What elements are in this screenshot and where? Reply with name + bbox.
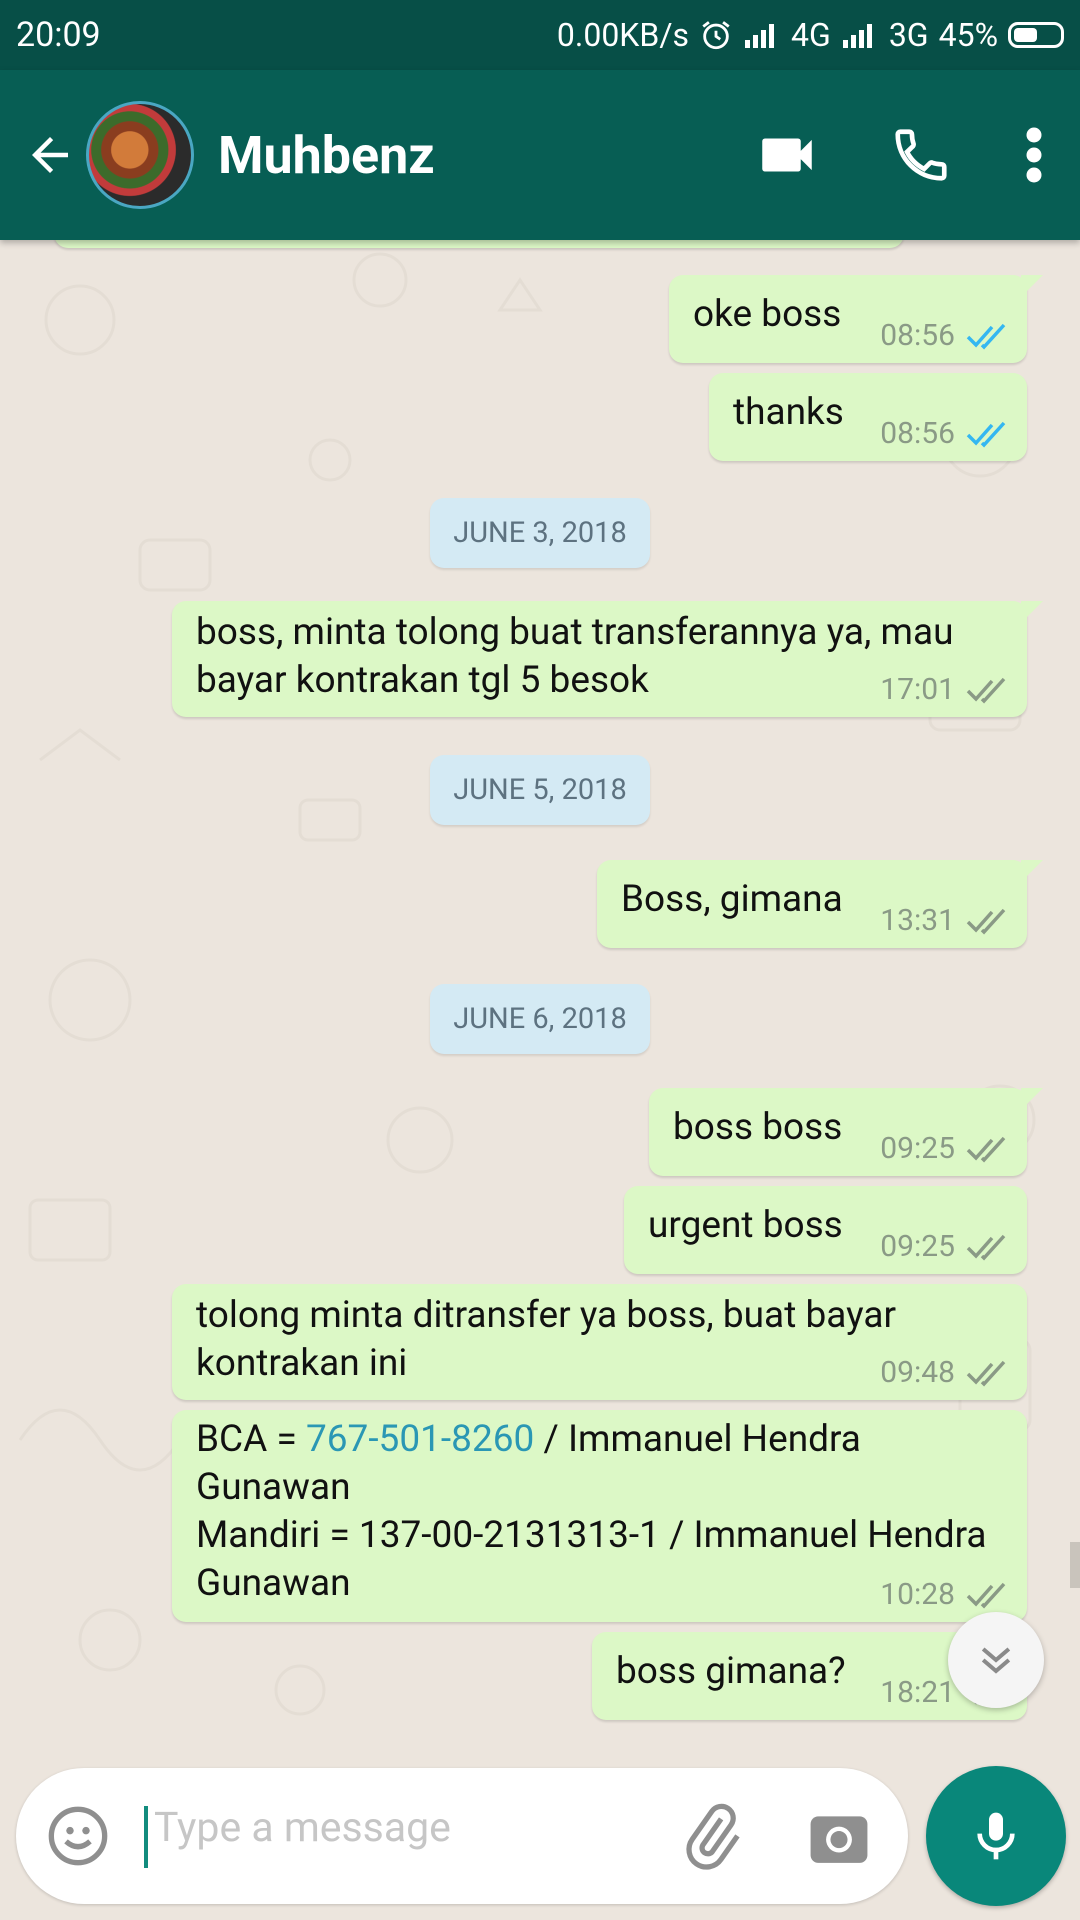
message-text: BCA = 767-501-8260 / Immanuel Hendra Gun… [196,1416,987,1608]
delivered-ticks-icon [966,1234,1006,1261]
read-ticks-icon [966,421,1006,448]
delivered-ticks-icon [966,1360,1006,1387]
text-caret [144,1806,148,1868]
outgoing-message[interactable]: BCA = 767-501-8260 / Immanuel Hendra Gun… [172,1410,1027,1622]
message-line: BCA = 767-501-8260 / Immanuel Hendra [196,1416,987,1464]
outgoing-message[interactable]: Boss, gimana 13:31 [597,860,1043,948]
message-line: Mandiri = 137-00-2131313-1 / Immanuel He… [196,1514,987,1557]
message-line: bayar kontrakan tgl 5 besok [196,659,649,702]
bubble-tail [1021,860,1043,882]
net-speed: 0.00KB/s [556,16,690,54]
message-meta: 09:48 [880,1355,1009,1390]
message-input[interactable]: Type a message [154,1804,451,1852]
battery-percent: 45% [938,16,998,54]
scroll-to-bottom-button[interactable] [948,1612,1044,1708]
outgoing-message[interactable]: thanks 08:56 [709,373,1027,461]
camera-icon[interactable] [808,1808,870,1866]
message-time: 17:01 [880,672,955,707]
phone-number-link[interactable]: 767-501-8260 [306,1418,534,1461]
attach-icon[interactable] [676,1802,746,1872]
double-chevron-down-icon [981,1647,1011,1674]
message-time: 09:25 [880,1131,955,1166]
date-divider: JUNE 6, 2018 [430,984,650,1054]
message-time: 09:25 [880,1229,955,1264]
alarm-icon [702,21,730,50]
status-indicators: 0.00KB/s 4G 3G 45% [557,16,1064,54]
voice-record-button[interactable] [926,1766,1066,1906]
video-call-icon[interactable] [754,122,820,188]
battery-icon [1008,22,1064,48]
date-divider: JUNE 3, 2018 [430,498,650,568]
outgoing-message[interactable]: boss boss 09:25 [649,1088,1043,1176]
delivered-ticks-icon [966,908,1006,935]
header-actions [754,122,1046,188]
outgoing-message[interactable]: tolong minta ditransfer ya boss, buat ba… [172,1284,1027,1400]
message-meta: 09:25 [880,1229,1009,1264]
phone-icon[interactable] [890,124,952,186]
network-type-1: 4G [791,16,831,54]
scrollbar-thumb[interactable] [1070,1542,1080,1588]
outgoing-message[interactable]: oke boss 08:56 [669,275,1043,363]
message-time: 08:56 [880,318,955,353]
message-text: Boss, gimana [621,878,843,921]
message-text: boss, minta tolong buat transferannya ya… [196,609,954,705]
message-line: tolong minta ditransfer ya boss, buat ba… [196,1294,897,1337]
message-meta: 17:01 [880,672,1009,707]
mic-icon [977,1812,1015,1860]
message-line: boss, minta tolong buat transferannya ya… [196,611,954,654]
back-arrow-icon [32,137,68,173]
outgoing-message[interactable]: boss, minta tolong buat transferannya ya… [172,601,1043,717]
message-meta: 09:25 [880,1131,1009,1166]
signal-icon [745,24,775,48]
network-type-2: 3G [888,16,929,54]
delivered-ticks-icon [966,677,1006,704]
emoji-icon[interactable] [46,1804,110,1868]
message-time: 18:21 [880,1675,955,1710]
chat-header: Muhbenz [0,70,1080,240]
message-text: urgent boss [648,1204,843,1247]
message-time: 09:48 [880,1355,955,1390]
message-composer: Type a message [16,1768,908,1904]
message-meta: 08:56 [880,318,1009,353]
chat-area[interactable]: oke boss 08:56 thanks 08:56 JUNE 3, 2018… [0,240,1080,1760]
avatar[interactable] [86,101,194,209]
partial-message [54,240,904,248]
date-divider: JUNE 5, 2018 [430,755,650,825]
status-time: 20:09 [16,15,101,55]
message-text: oke boss [693,293,842,336]
bubble-tail [1021,1088,1043,1110]
read-ticks-icon [966,323,1006,350]
message-meta: 08:56 [880,416,1009,451]
message-meta: 13:31 [880,903,1009,938]
bubble-tail [1021,601,1043,623]
message-time: 13:31 [880,903,955,938]
message-text: thanks [733,391,844,434]
bubble-tail [1021,275,1043,297]
account-name: / Immanuel Hendra [534,1418,861,1461]
status-bar: 20:09 0.00KB/s 4G 3G 45% [0,0,1080,70]
bank-label: BCA = [196,1418,306,1461]
more-vert-icon[interactable] [1022,125,1046,185]
message-text: tolong minta ditransfer ya boss, buat ba… [196,1292,896,1388]
message-meta: 10:28 [880,1577,1009,1612]
message-line: Gunawan [196,1562,351,1605]
message-text: boss gimana? [616,1650,846,1693]
outgoing-message[interactable]: urgent boss 09:25 [624,1186,1027,1274]
contact-name[interactable]: Muhbenz [218,125,754,186]
message-time: 08:56 [880,416,955,451]
message-line: Gunawan [196,1466,351,1509]
message-time: 10:28 [880,1577,955,1612]
back-button[interactable] [20,125,80,185]
delivered-ticks-icon [966,1582,1006,1609]
delivered-ticks-icon [966,1136,1006,1163]
message-line: kontrakan ini [196,1342,408,1385]
message-text: boss boss [673,1106,843,1149]
signal-icon [842,24,872,48]
